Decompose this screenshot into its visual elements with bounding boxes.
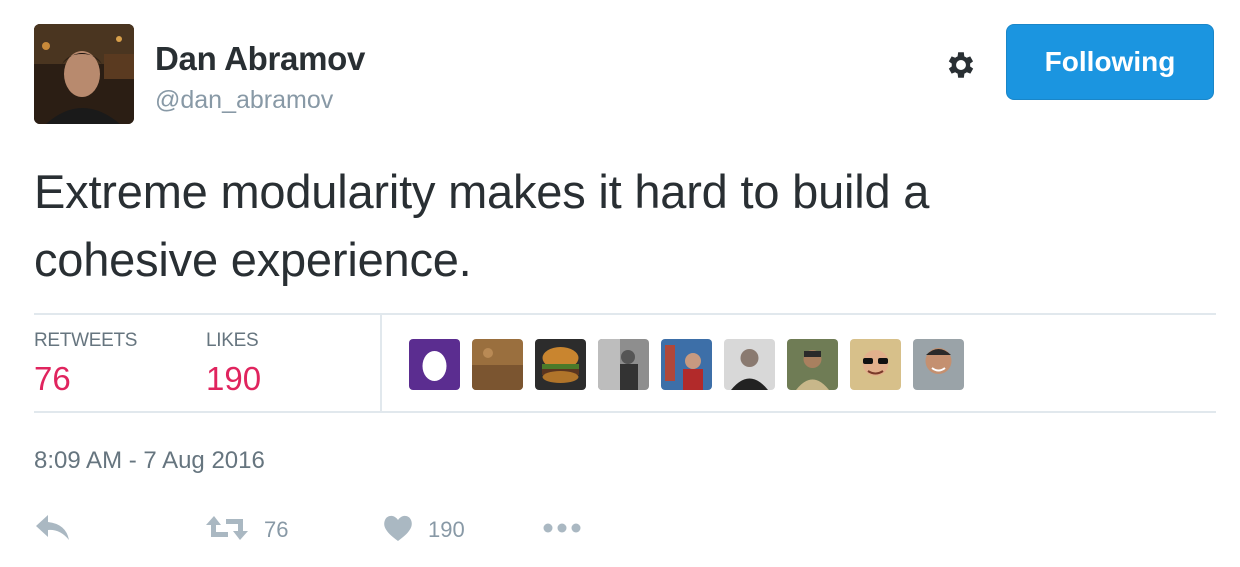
egg-avatar[interactable] [409,339,460,390]
reply-icon [34,513,72,548]
retweet-icon [204,513,250,548]
retweets-label: RETWEETS [34,330,138,351]
person-avatar-5[interactable] [913,339,964,390]
more-icon [542,521,582,539]
reply-button[interactable] [34,508,72,552]
person-avatar-1[interactable] [598,339,649,390]
person-avatar-2[interactable] [661,339,712,390]
author-name[interactable]: Dan Abramov [155,40,365,78]
tweet-text-line-2: cohesive experience. [34,233,472,286]
likes-value: 190 [206,360,262,397]
tweet-timestamp[interactable]: 8:09 AM - 7 Aug 2016 [34,447,265,475]
retweets-value: 76 [34,360,71,397]
author-avatar[interactable] [34,24,134,124]
retweet-count: 76 [264,517,289,542]
person-avatar-4[interactable] [787,339,838,390]
likes-stat[interactable]: LIKES 190 [206,330,261,398]
burger-avatar[interactable] [535,339,586,390]
retweet-button[interactable]: 76 [204,508,288,552]
following-button[interactable]: Following [1006,24,1214,100]
likers-list [409,339,976,390]
tweet-text: Extreme modularity makes it hard to buil… [34,158,1214,294]
profile-photo [34,24,134,124]
tweet-text-line-1: Extreme modularity makes it hard to buil… [34,165,930,218]
more-button[interactable] [542,508,582,552]
like-button[interactable]: 190 [382,508,465,552]
likes-label: LIKES [206,330,259,351]
like-count: 190 [428,517,465,542]
gear-icon[interactable] [942,46,980,84]
stats-divider [380,314,382,412]
tweet-stats: RETWEETS 76 LIKES 190 [34,314,1216,412]
sand-avatar[interactable] [472,339,523,390]
divider-bottom [34,411,1216,413]
person-avatar-3[interactable] [724,339,775,390]
author-handle[interactable]: @dan_abramov [155,86,333,115]
heart-icon [382,513,414,548]
retweets-stat[interactable]: RETWEETS 76 [34,330,137,398]
sunglasses-avatar[interactable] [850,339,901,390]
